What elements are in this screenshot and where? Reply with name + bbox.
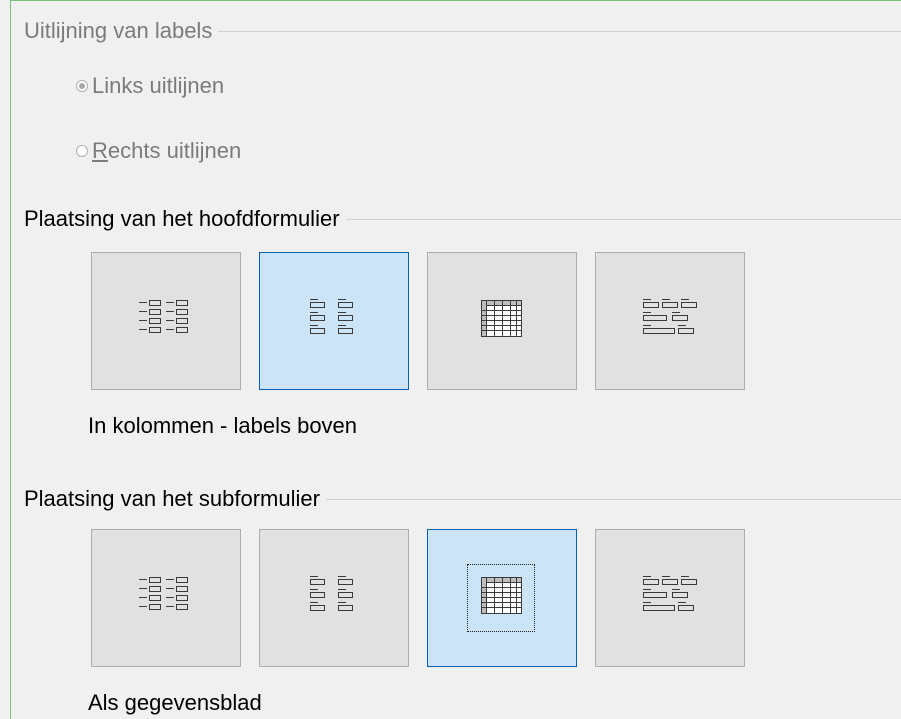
main-layout-datasheet-button[interactable] (427, 252, 577, 390)
in-blocks-labels-top-icon (643, 576, 697, 611)
sub-form-caption: Als gegevensblad (88, 690, 262, 715)
main-layout-columnar-top-button[interactable] (259, 252, 409, 390)
align-left-label: Links uitlijnen (92, 73, 225, 98)
section-divider (325, 498, 901, 500)
in-blocks-labels-top-icon (643, 299, 697, 334)
datasheet-icon (481, 300, 522, 337)
sub-form-group: Plaatsing van het subformulier (24, 486, 901, 512)
radio-unchecked-icon (76, 145, 88, 157)
main-layout-blocks-top-button[interactable] (595, 252, 745, 390)
label-alignment-group: Uitlijning van labels (24, 18, 901, 44)
main-layout-columnar-left-button[interactable] (91, 252, 241, 390)
align-right-radio[interactable]: Rechts uitlijnen (76, 138, 241, 164)
focus-rectangle (467, 564, 535, 632)
sub-layout-datasheet-button[interactable] (427, 529, 577, 667)
columnar-labels-left-icon (139, 300, 188, 333)
section-divider (345, 218, 901, 220)
sub-layout-columnar-left-button[interactable] (91, 529, 241, 667)
align-left-radio[interactable]: Links uitlijnen (76, 73, 224, 99)
radio-checked-icon (76, 80, 88, 92)
sub-layout-columnar-top-button[interactable] (259, 529, 409, 667)
label-alignment-title: Uitlijning van labels (24, 18, 213, 43)
section-divider (218, 30, 901, 32)
main-form-title: Plaatsing van het hoofdformulier (24, 206, 340, 231)
columnar-labels-top-icon (310, 576, 353, 611)
sub-form-title: Plaatsing van het subformulier (24, 486, 320, 511)
sub-layout-blocks-top-button[interactable] (595, 529, 745, 667)
align-right-label: Rechts uitlijnen (92, 138, 242, 163)
main-form-group: Plaatsing van het hoofdformulier (24, 206, 901, 232)
columnar-labels-top-icon (310, 299, 353, 334)
main-form-caption: In kolommen - labels boven (88, 413, 358, 438)
columnar-labels-left-icon (139, 577, 188, 610)
